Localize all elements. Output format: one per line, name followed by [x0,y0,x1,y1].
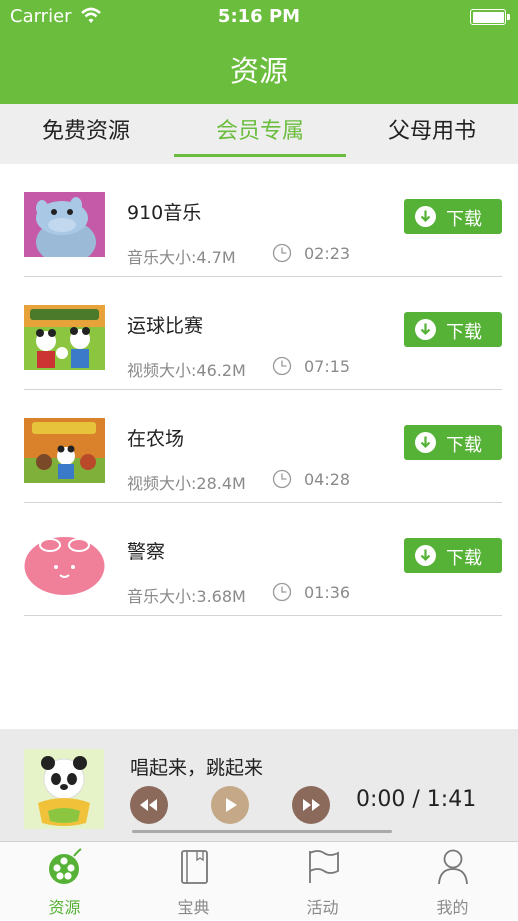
person-icon [438,849,468,885]
tabbar-label: 我的 [436,898,469,917]
tabbar-label: 宝典 [177,898,210,917]
hippo-icon [24,192,105,257]
divider [24,615,502,616]
tab-free-resources[interactable]: 免费资源 [0,104,172,164]
item-duration: 07:15 [304,357,351,376]
rewind-icon [130,786,168,824]
item-duration: 04:28 [304,470,351,489]
download-icon [415,206,436,227]
tabbar-item-mine[interactable]: 我的 [388,842,517,921]
bunny-icon [24,533,105,595]
clock-icon [272,356,292,376]
download-label: 下载 [446,548,482,569]
item-title: 在农场 [127,428,185,450]
download-icon [415,432,436,453]
item-title: 警察 [127,541,166,563]
clock-icon [272,469,292,489]
fast-forward-icon [292,786,330,824]
tabbar-item-activities[interactable]: 活动 [258,842,387,921]
farm-video-thumb [24,418,105,483]
flag-icon [309,850,339,883]
tabbar-item-resources[interactable]: 资源 [0,842,129,921]
download-button[interactable]: 下载 [404,312,502,347]
tab-parent-books[interactable]: 父母用书 [346,104,518,164]
now-playing-title: 唱起来，跳起来 [130,757,264,779]
playback-progress-bar[interactable] [132,830,392,833]
download-button[interactable]: 下载 [404,425,502,460]
item-duration: 02:23 [304,244,351,263]
download-label: 下载 [446,322,482,343]
rewind-button[interactable] [130,786,168,824]
download-icon [415,319,436,340]
list-item[interactable]: 在农场 视频大小:28.4M 04:28 下载 [0,390,518,503]
download-button[interactable]: 下载 [404,538,502,573]
tabbar-label: 资源 [48,898,81,917]
album-cover-panda [24,749,104,829]
play-button[interactable] [211,786,249,824]
play-icon [211,786,249,824]
download-label: 下载 [446,209,482,230]
panda-video-thumb [24,305,105,370]
status-time: 5:16 PM [217,6,301,27]
item-size: 视频大小:46.2M [127,361,246,380]
item-duration: 01:36 [304,583,351,602]
bottom-tab-bar: 资源 宝典 活动 我的 [0,841,518,920]
tabbar-label: 活动 [306,898,339,917]
item-size: 视频大小:28.4M [127,474,246,493]
film-reel-icon [49,848,82,884]
list-item[interactable]: 910音乐 音乐大小:4.7M 02:23 下载 [0,164,518,277]
download-icon [415,545,436,566]
clock-icon [272,582,292,602]
book-icon [181,850,208,884]
mini-player: 唱起来，跳起来 0:00 / 1:41 [0,729,518,841]
list-item[interactable]: 运球比赛 视频大小:46.2M 07:15 下载 [0,277,518,390]
battery-icon [470,9,510,25]
tabbar-item-handbook[interactable]: 宝典 [129,842,258,921]
list-item[interactable]: 警察 音乐大小:3.68M 01:36 下载 [0,503,518,616]
nav-header: Carrier 5:16 PM 资源 [0,0,518,104]
item-title: 910音乐 [127,202,202,224]
item-title: 运球比赛 [127,315,204,337]
page-title: 资源 [229,54,288,88]
download-label: 下载 [446,435,482,456]
active-tab-indicator [174,154,346,157]
item-size: 音乐大小:3.68M [127,587,246,606]
playback-time: 0:00 / 1:41 [356,787,477,812]
item-size: 音乐大小:4.7M [127,248,236,267]
status-bar: Carrier 5:16 PM [0,0,518,34]
download-button[interactable]: 下载 [404,199,502,234]
fast-forward-button[interactable] [292,786,330,824]
clock-icon [272,243,292,263]
